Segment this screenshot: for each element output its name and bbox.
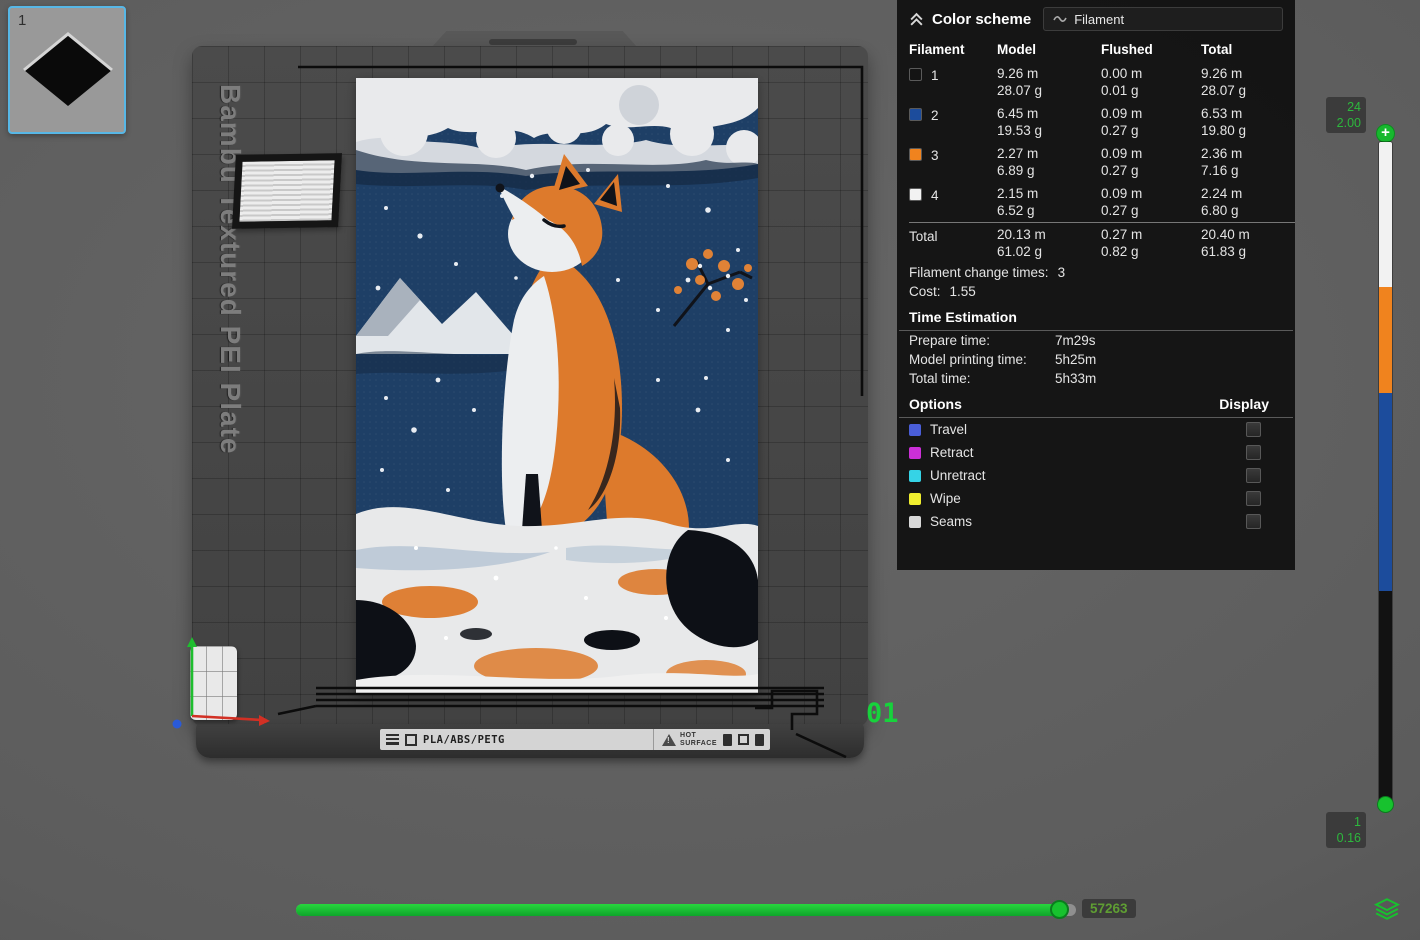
seams-display-checkbox[interactable] bbox=[1246, 514, 1261, 529]
wipe-display-checkbox[interactable] bbox=[1246, 491, 1261, 506]
travel-display-checkbox[interactable] bbox=[1246, 422, 1261, 437]
table-cell-model: 2.27 m6.89 g bbox=[997, 142, 1101, 182]
fox-artwork bbox=[356, 78, 758, 695]
model-printing-time-row: Model printing time: 5h25m bbox=[897, 350, 1295, 369]
layer-slider-top-badge: 24 2.00 bbox=[1326, 97, 1366, 133]
option-label: Unretract bbox=[930, 468, 986, 483]
display-column-header: Display bbox=[1219, 396, 1269, 412]
add-layer-marker-button[interactable]: + bbox=[1376, 124, 1395, 143]
table-cell-flushed: 0.09 m0.27 g bbox=[1101, 182, 1201, 222]
unretract-display-checkbox[interactable] bbox=[1246, 468, 1261, 483]
table-cell-total: 6.53 m19.80 g bbox=[1201, 102, 1295, 142]
retract-color-swatch bbox=[909, 447, 921, 459]
table-cell-model: 6.45 m19.53 g bbox=[997, 102, 1101, 142]
hot-surface-line2: SURFACE bbox=[680, 740, 717, 747]
options-title: Options bbox=[909, 396, 962, 412]
layer-slider-segment-blue bbox=[1379, 393, 1392, 591]
travel-color-swatch bbox=[909, 424, 921, 436]
option-label: Seams bbox=[930, 514, 972, 529]
plate-brand-text: Bambu Textured PEI Plate bbox=[214, 84, 246, 534]
hot-surface-line1: HOT bbox=[680, 732, 696, 739]
move-slider-handle[interactable] bbox=[1050, 900, 1069, 919]
prepare-time-row: Prepare time: 7m29s bbox=[897, 331, 1295, 350]
time-estimation-title: Time Estimation bbox=[897, 301, 1295, 330]
table-total-flushed: 0.27 m0.82 g bbox=[1101, 222, 1201, 263]
layer-slider-track[interactable] bbox=[1379, 142, 1392, 802]
layer-slider-handle[interactable] bbox=[1377, 796, 1394, 813]
move-slider-value: 57263 bbox=[1082, 899, 1136, 918]
option-label: Retract bbox=[930, 445, 974, 460]
filament-table: Filament Model Flushed Total 1 9.26 m28.… bbox=[897, 37, 1295, 263]
table-total-total: 20.40 m61.83 g bbox=[1201, 222, 1295, 263]
panel-title: Color scheme bbox=[932, 11, 1031, 28]
option-row-retract: Retract bbox=[897, 441, 1295, 464]
table-total-label: Total bbox=[909, 222, 997, 263]
table-row-filament-id: 4 bbox=[909, 182, 997, 222]
warning-triangle-icon bbox=[662, 734, 676, 746]
table-row-filament-id: 3 bbox=[909, 142, 997, 182]
plate-thumbnail[interactable]: 1 bbox=[8, 6, 126, 134]
wave-icon bbox=[1053, 14, 1067, 24]
filament-color-swatch bbox=[909, 188, 922, 201]
slicer-preview-window: Bambu Textured PEI Plate bbox=[0, 0, 1420, 940]
option-label: Travel bbox=[930, 422, 967, 437]
table-cell-model: 9.26 m28.07 g bbox=[997, 62, 1101, 102]
layer-slider-segment-orange bbox=[1379, 287, 1392, 393]
table-row-filament-id: 2 bbox=[909, 102, 997, 142]
plate-surface-label: PLA/ABS/PETG HOT SURFACE bbox=[380, 729, 770, 750]
dropdown-value: Filament bbox=[1074, 12, 1124, 27]
table-cell-flushed: 0.00 m0.01 g bbox=[1101, 62, 1201, 102]
move-slider-track[interactable] bbox=[296, 904, 1076, 916]
col-header-total: Total bbox=[1201, 39, 1295, 62]
layers-view-button[interactable] bbox=[1374, 896, 1400, 922]
plate-corner-number: 01 bbox=[866, 698, 899, 729]
layer-slider-bottom-badge: 1 0.16 bbox=[1326, 812, 1366, 848]
table-cell-total: 2.36 m7.16 g bbox=[1201, 142, 1295, 182]
option-label: Wipe bbox=[930, 491, 961, 506]
plate-thumbnail-diamond bbox=[18, 20, 118, 120]
col-header-flushed: Flushed bbox=[1101, 39, 1201, 62]
color-scheme-panel: Color scheme Filament Filament Model Flu… bbox=[897, 0, 1295, 570]
table-cell-total: 9.26 m28.07 g bbox=[1201, 62, 1295, 102]
wipe-color-swatch bbox=[909, 493, 921, 505]
table-total-model: 20.13 m61.02 g bbox=[997, 222, 1101, 263]
filament-color-swatch bbox=[909, 68, 922, 81]
plate-type-icon bbox=[405, 734, 417, 746]
col-header-model: Model bbox=[997, 39, 1101, 62]
square-icon bbox=[738, 734, 749, 745]
seams-color-swatch bbox=[909, 516, 921, 528]
options-header: Options Display bbox=[897, 388, 1295, 417]
option-row-wipe: Wipe bbox=[897, 487, 1295, 510]
layer-slider-segment-black bbox=[1379, 591, 1392, 802]
option-row-unretract: Unretract bbox=[897, 464, 1295, 487]
bin-icon bbox=[723, 734, 732, 746]
bin-icon bbox=[755, 734, 764, 746]
layer-slider-segment-white bbox=[1379, 142, 1392, 287]
filament-change-line: Filament change times:3 bbox=[897, 263, 1295, 282]
total-time-row: Total time: 5h33m bbox=[897, 369, 1295, 388]
table-cell-model: 2.15 m6.52 g bbox=[997, 182, 1101, 222]
retract-display-checkbox[interactable] bbox=[1246, 445, 1261, 460]
table-row-filament-id: 1 bbox=[909, 62, 997, 102]
texture-icon bbox=[386, 734, 399, 745]
collapse-chevrons-icon[interactable] bbox=[909, 12, 924, 27]
wipe-tower[interactable] bbox=[232, 153, 342, 229]
color-scheme-dropdown[interactable]: Filament bbox=[1043, 7, 1283, 31]
move-slider-fill bbox=[296, 904, 1058, 916]
cost-line: Cost:1.55 bbox=[897, 282, 1295, 301]
print-model-preview[interactable] bbox=[356, 78, 758, 695]
plate-materials-text: PLA/ABS/PETG bbox=[423, 734, 505, 746]
col-header-filament: Filament bbox=[909, 39, 997, 62]
origin-axes bbox=[166, 634, 278, 732]
filament-color-swatch bbox=[909, 108, 922, 121]
table-cell-flushed: 0.09 m0.27 g bbox=[1101, 142, 1201, 182]
table-cell-flushed: 0.09 m0.27 g bbox=[1101, 102, 1201, 142]
option-row-seams: Seams bbox=[897, 510, 1295, 533]
filament-color-swatch bbox=[909, 148, 922, 161]
table-cell-total: 2.24 m6.80 g bbox=[1201, 182, 1295, 222]
hot-surface-warning: HOT SURFACE bbox=[653, 729, 717, 750]
option-row-travel: Travel bbox=[897, 418, 1295, 441]
plate-handle-slot bbox=[489, 39, 577, 45]
unretract-color-swatch bbox=[909, 470, 921, 482]
